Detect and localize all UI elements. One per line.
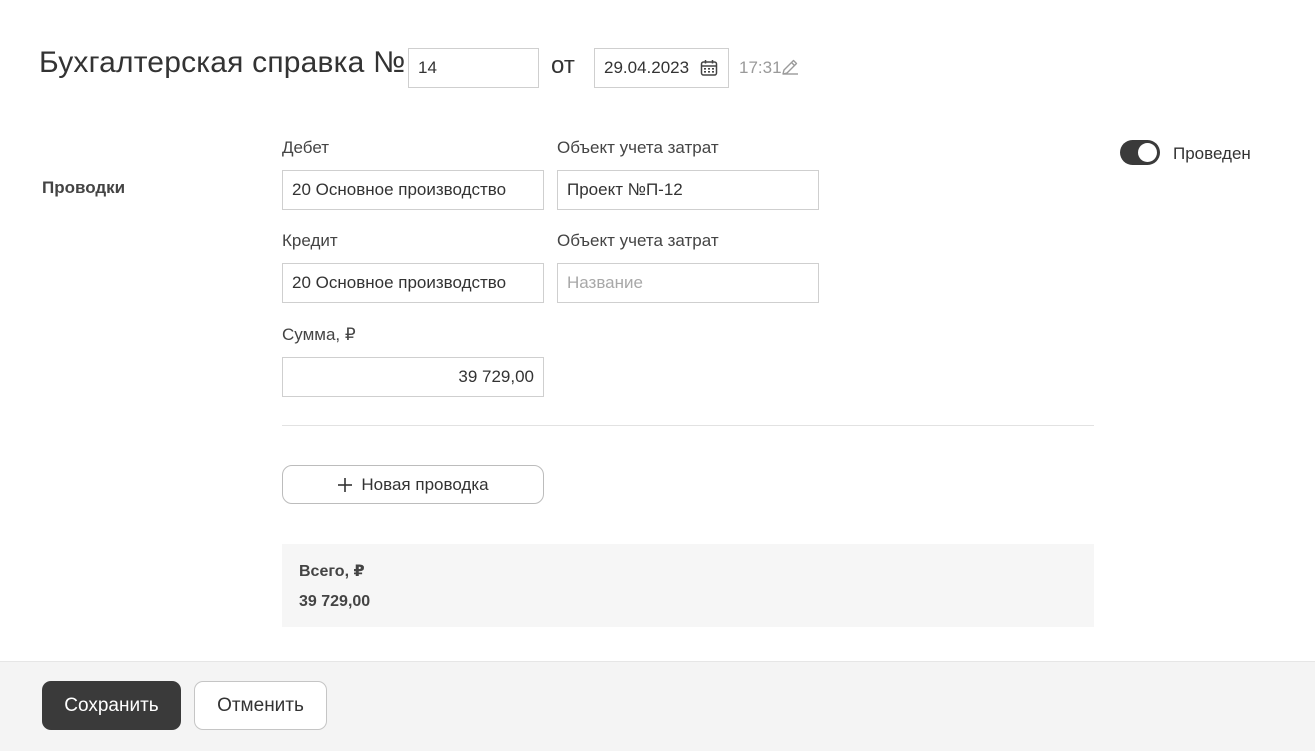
save-button[interactable]: Сохранить: [42, 681, 181, 730]
footer-bar: Сохранить Отменить: [0, 661, 1315, 751]
page-title: Бухгалтерская справка №: [39, 46, 406, 79]
total-summary: Всего, ₽ 39 729,00: [282, 544, 1094, 627]
accounting-statement-page: Бухгалтерская справка № от 29.04.2023 17…: [0, 0, 1315, 751]
date-from-label: от: [551, 52, 575, 79]
document-number-input[interactable]: [408, 48, 539, 88]
amount-label: Сумма, ₽: [282, 325, 356, 344]
debit-cost-object-input[interactable]: [557, 170, 819, 210]
credit-cost-object-input[interactable]: [557, 263, 819, 303]
date-value: 29.04.2023: [604, 58, 690, 77]
cancel-button[interactable]: Отменить: [194, 681, 327, 730]
debit-cost-object-label: Объект учета затрат: [557, 138, 719, 157]
new-entry-button[interactable]: Новая проводка: [282, 465, 544, 504]
posted-toggle-label: Проведен: [1173, 144, 1251, 163]
amount-input[interactable]: [282, 357, 544, 397]
date-picker-field[interactable]: 29.04.2023: [594, 48, 729, 88]
plus-icon: [338, 477, 353, 492]
time-value: 17:31: [739, 58, 782, 77]
entries-divider: [282, 425, 1094, 426]
total-label: Всего, ₽: [299, 563, 365, 580]
credit-cost-object-label: Объект учета затрат: [557, 231, 719, 250]
credit-label: Кредит: [282, 231, 338, 250]
credit-account-input[interactable]: [282, 263, 544, 303]
new-entry-label: Новая проводка: [361, 474, 489, 494]
entries-section-label: Проводки: [42, 178, 126, 197]
pencil-icon[interactable]: [780, 57, 800, 77]
debit-label: Дебет: [282, 138, 329, 157]
toggle-knob: [1138, 143, 1157, 162]
calendar-icon[interactable]: [700, 59, 718, 77]
posted-toggle[interactable]: [1120, 140, 1160, 165]
debit-account-input[interactable]: [282, 170, 544, 210]
total-value: 39 729,00: [299, 593, 371, 610]
